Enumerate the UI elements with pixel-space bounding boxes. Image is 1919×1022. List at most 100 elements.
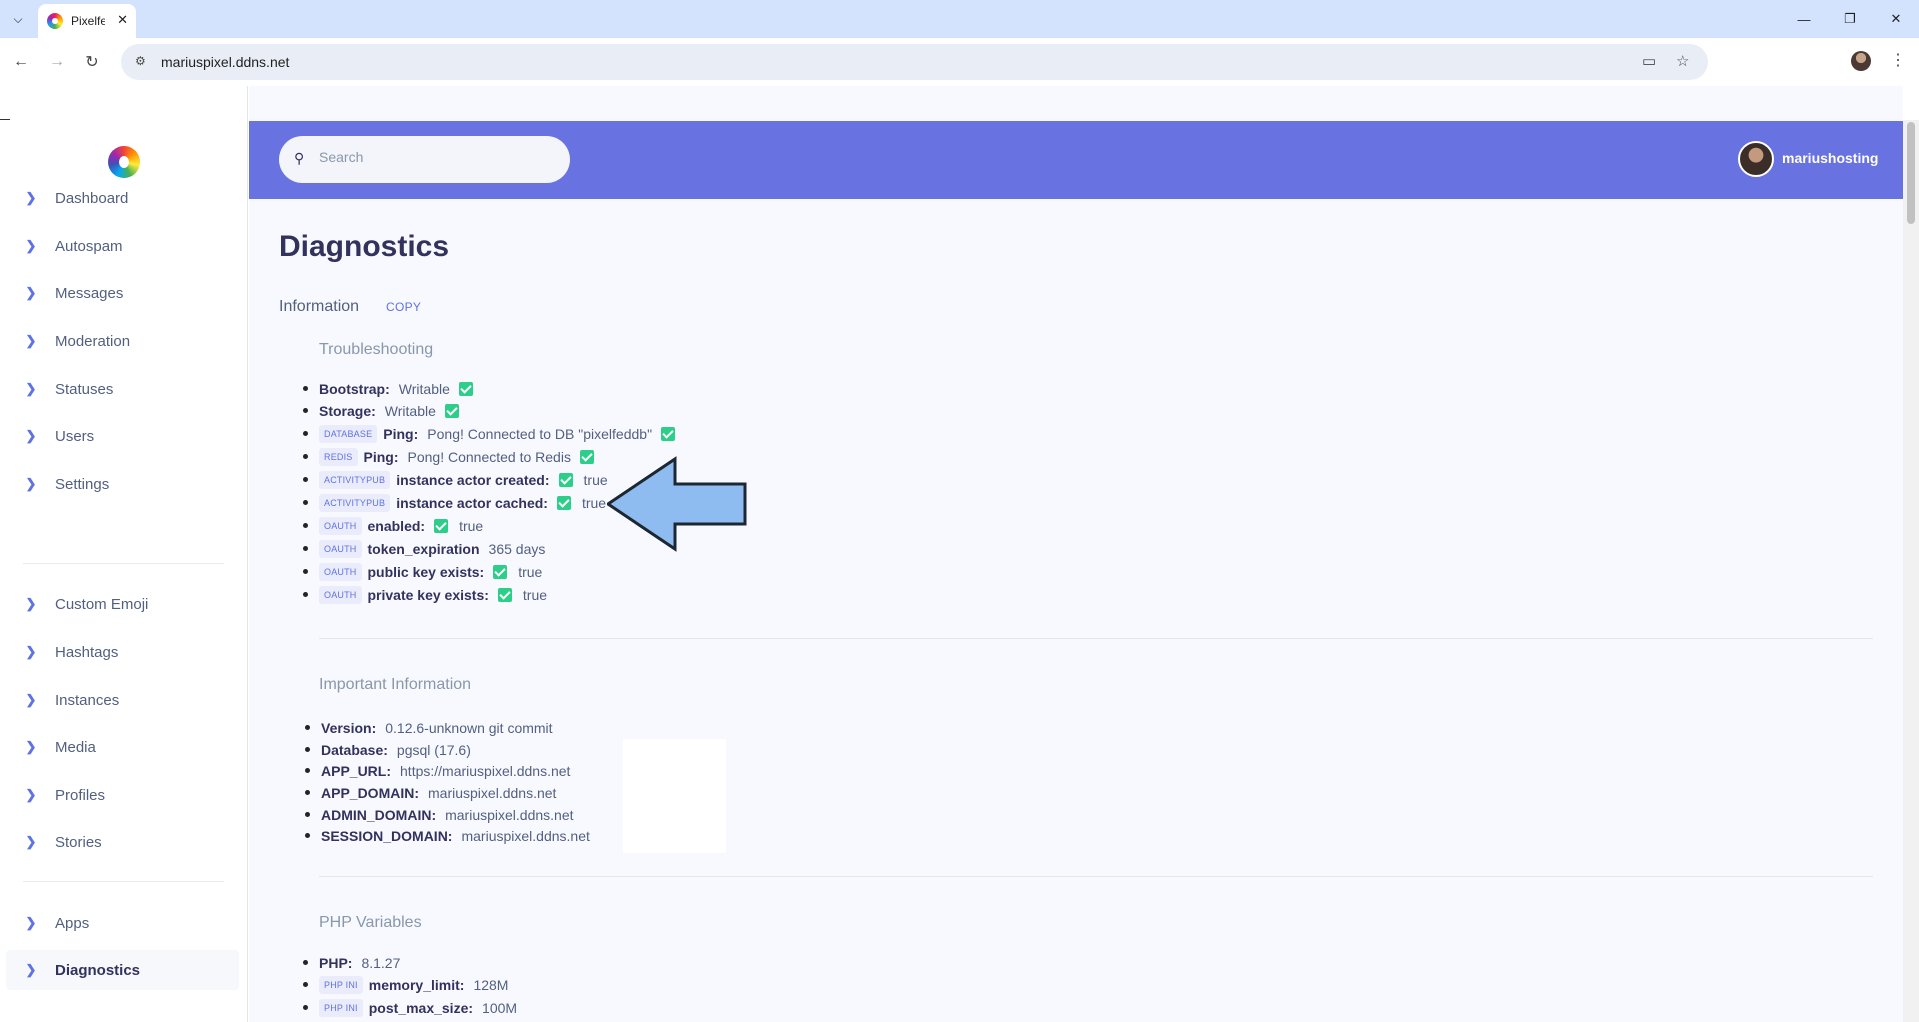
pixelfed-favicon-icon bbox=[47, 13, 63, 29]
list-item: Version: 0.12.6-unknown git commit bbox=[305, 718, 553, 738]
search-input[interactable] bbox=[319, 149, 549, 165]
item-key: private key exists: bbox=[367, 587, 489, 603]
item-value: mariuspixel.ddns.net bbox=[445, 807, 574, 823]
sidebar-item-label: Stories bbox=[55, 833, 102, 851]
list-item: Storage: Writable bbox=[303, 401, 470, 421]
item-value: Pong! Connected to Redis bbox=[407, 449, 571, 465]
sidebar-item-stories[interactable]: ❯ Stories bbox=[6, 822, 239, 862]
pixelfed-logo-icon[interactable] bbox=[108, 146, 140, 178]
troubleshooting-heading: Troubleshooting bbox=[319, 341, 434, 358]
list-item: OAUTH enabled: true bbox=[303, 516, 483, 536]
sidebar-item-label: Apps bbox=[55, 914, 90, 932]
item-key: Ping: bbox=[383, 426, 419, 442]
main-content: ⚲ mariushosting Diagnostics Information … bbox=[249, 86, 1903, 1022]
url-text[interactable]: mariuspixel.ddns.net bbox=[161, 54, 289, 70]
list-item: Database: pgsql (17.6) bbox=[305, 740, 471, 760]
sidebar-item-custom-emoji[interactable]: ❯ Custom Emoji bbox=[6, 584, 239, 624]
browser-toolbar: ← → ↻ ⚙ mariuspixel.ddns.net ▭ ☆ ⋮ bbox=[0, 38, 1919, 86]
page-scrollbar[interactable] bbox=[1903, 120, 1919, 1022]
list-item: OAUTH public key exists: true bbox=[303, 562, 542, 582]
item-value: pgsql (17.6) bbox=[396, 742, 471, 758]
sidebar-item-apps[interactable]: ❯ Apps bbox=[6, 903, 239, 943]
menu-icon[interactable]: ⋮ bbox=[1890, 50, 1906, 70]
browser-tab[interactable]: Pixelfe ✕ bbox=[38, 4, 136, 38]
sidebar-item-users[interactable]: ❯ Users bbox=[6, 416, 239, 456]
list-item: Bootstrap: Writable bbox=[303, 379, 484, 399]
sidebar-item-statuses[interactable]: ❯ Statuses bbox=[6, 369, 239, 409]
sidebar-item-instances[interactable]: ❯ Instances bbox=[6, 680, 239, 720]
sidebar-item-label: Profiles bbox=[55, 786, 106, 804]
sidebar-item-moderation[interactable]: ❯ Moderation bbox=[6, 321, 239, 361]
restore-icon[interactable]: ❐ bbox=[1827, 0, 1873, 38]
list-item: OAUTH token_expiration 365 days bbox=[303, 539, 545, 559]
category-tag: ACTIVITYPUB bbox=[319, 471, 391, 489]
check-icon bbox=[434, 519, 449, 533]
copy-button[interactable]: COPY bbox=[386, 300, 421, 314]
item-key: Storage: bbox=[319, 403, 376, 419]
item-key: PHP: bbox=[319, 955, 353, 971]
item-key: Database: bbox=[321, 742, 388, 758]
tab-list-icon[interactable]: ⌵ bbox=[6, 7, 30, 31]
sidebar-item-label: Statuses bbox=[55, 380, 114, 398]
list-item: ACTIVITYPUB instance actor cached: true bbox=[303, 493, 606, 513]
item-key: SESSION_DOMAIN: bbox=[321, 828, 453, 844]
sidebar-item-profiles[interactable]: ❯ Profiles bbox=[6, 775, 239, 815]
reload-icon[interactable]: ↻ bbox=[80, 50, 104, 74]
important-information-heading: Important Information bbox=[319, 676, 472, 693]
bookmark-star-icon[interactable]: ☆ bbox=[1676, 52, 1689, 70]
check-icon bbox=[444, 404, 459, 418]
close-window-icon[interactable]: ✕ bbox=[1873, 0, 1919, 38]
item-key: token_expiration bbox=[367, 541, 480, 557]
item-value: true bbox=[583, 472, 608, 488]
address-bar[interactable]: ⚙ mariuspixel.ddns.net ▭ ☆ bbox=[121, 44, 1708, 80]
sidebar-item-settings[interactable]: ❯ Settings bbox=[6, 464, 239, 504]
check-icon bbox=[458, 382, 473, 396]
chevron-right-icon: ❯ bbox=[25, 834, 37, 849]
check-icon bbox=[497, 588, 512, 602]
category-tag: ACTIVITYPUB bbox=[319, 494, 391, 512]
list-item: DATABASE Ping: Pong! Connected to DB "pixe… bbox=[303, 424, 686, 444]
sidebar-item-dashboard[interactable]: ❯ Dashboard bbox=[6, 178, 239, 218]
sidebar-divider bbox=[23, 881, 224, 882]
chevron-right-icon: ❯ bbox=[25, 962, 37, 977]
sidebar-item-diagnostics[interactable]: ❯ Diagnostics bbox=[6, 950, 239, 990]
search-box[interactable]: ⚲ bbox=[279, 136, 570, 183]
install-icon[interactable]: ▭ bbox=[1642, 52, 1656, 70]
sidebar-item-messages[interactable]: ❯ Messages bbox=[6, 273, 239, 313]
chevron-right-icon: ❯ bbox=[25, 333, 37, 348]
back-icon[interactable]: ← bbox=[9, 50, 33, 74]
chevron-right-icon: ❯ bbox=[25, 381, 37, 396]
profile-icon[interactable] bbox=[1851, 51, 1871, 71]
item-value[interactable]: https://mariuspixel.ddns.net bbox=[400, 763, 570, 779]
item-key: Bootstrap: bbox=[319, 381, 390, 397]
sidebar-item-media[interactable]: ❯ Media bbox=[6, 727, 239, 767]
forward-icon[interactable]: → bbox=[45, 50, 69, 74]
item-value: mariuspixel.ddns.net bbox=[461, 828, 590, 844]
check-icon bbox=[493, 565, 508, 579]
sidebar-item-label: Custom Emoji bbox=[55, 595, 149, 613]
category-tag: OAUTH bbox=[319, 563, 362, 581]
tab-title: Pixelfe bbox=[71, 14, 105, 28]
item-key: public key exists: bbox=[367, 564, 485, 580]
sidebar-item-label: Autospam bbox=[55, 237, 123, 255]
user-avatar[interactable] bbox=[1738, 141, 1774, 177]
admin-sidebar: ❯ Dashboard ❯ Autospam ❯ Messages ❯ Moderati… bbox=[0, 86, 248, 1022]
item-key: enabled: bbox=[367, 518, 426, 534]
username[interactable]: mariushosting bbox=[1782, 150, 1878, 166]
chevron-right-icon: ❯ bbox=[25, 739, 37, 754]
sidebar-item-autospam[interactable]: ❯ Autospam bbox=[6, 226, 239, 266]
chevron-right-icon: ❯ bbox=[25, 476, 37, 491]
scrollbar-thumb[interactable] bbox=[1907, 122, 1915, 224]
tab-close-icon[interactable]: ✕ bbox=[117, 12, 128, 28]
sidebar-item-label: Diagnostics bbox=[55, 961, 141, 979]
site-info-icon[interactable]: ⚙ bbox=[135, 54, 146, 68]
minimize-icon[interactable]: — bbox=[1781, 0, 1827, 38]
chevron-right-icon: ❯ bbox=[25, 238, 37, 253]
sidebar-item-hashtags[interactable]: ❯ Hashtags bbox=[6, 632, 239, 672]
list-item: OAUTH private key exists: true bbox=[303, 585, 547, 605]
sidebar-item-label: Instances bbox=[55, 691, 120, 709]
top-header-bar: ⚲ mariushosting bbox=[249, 121, 1903, 199]
chevron-right-icon: ❯ bbox=[25, 190, 37, 205]
list-item: APP_URL: https://mariuspixel.ddns.net bbox=[305, 761, 570, 781]
sidebar-item-label: Settings bbox=[55, 475, 110, 493]
